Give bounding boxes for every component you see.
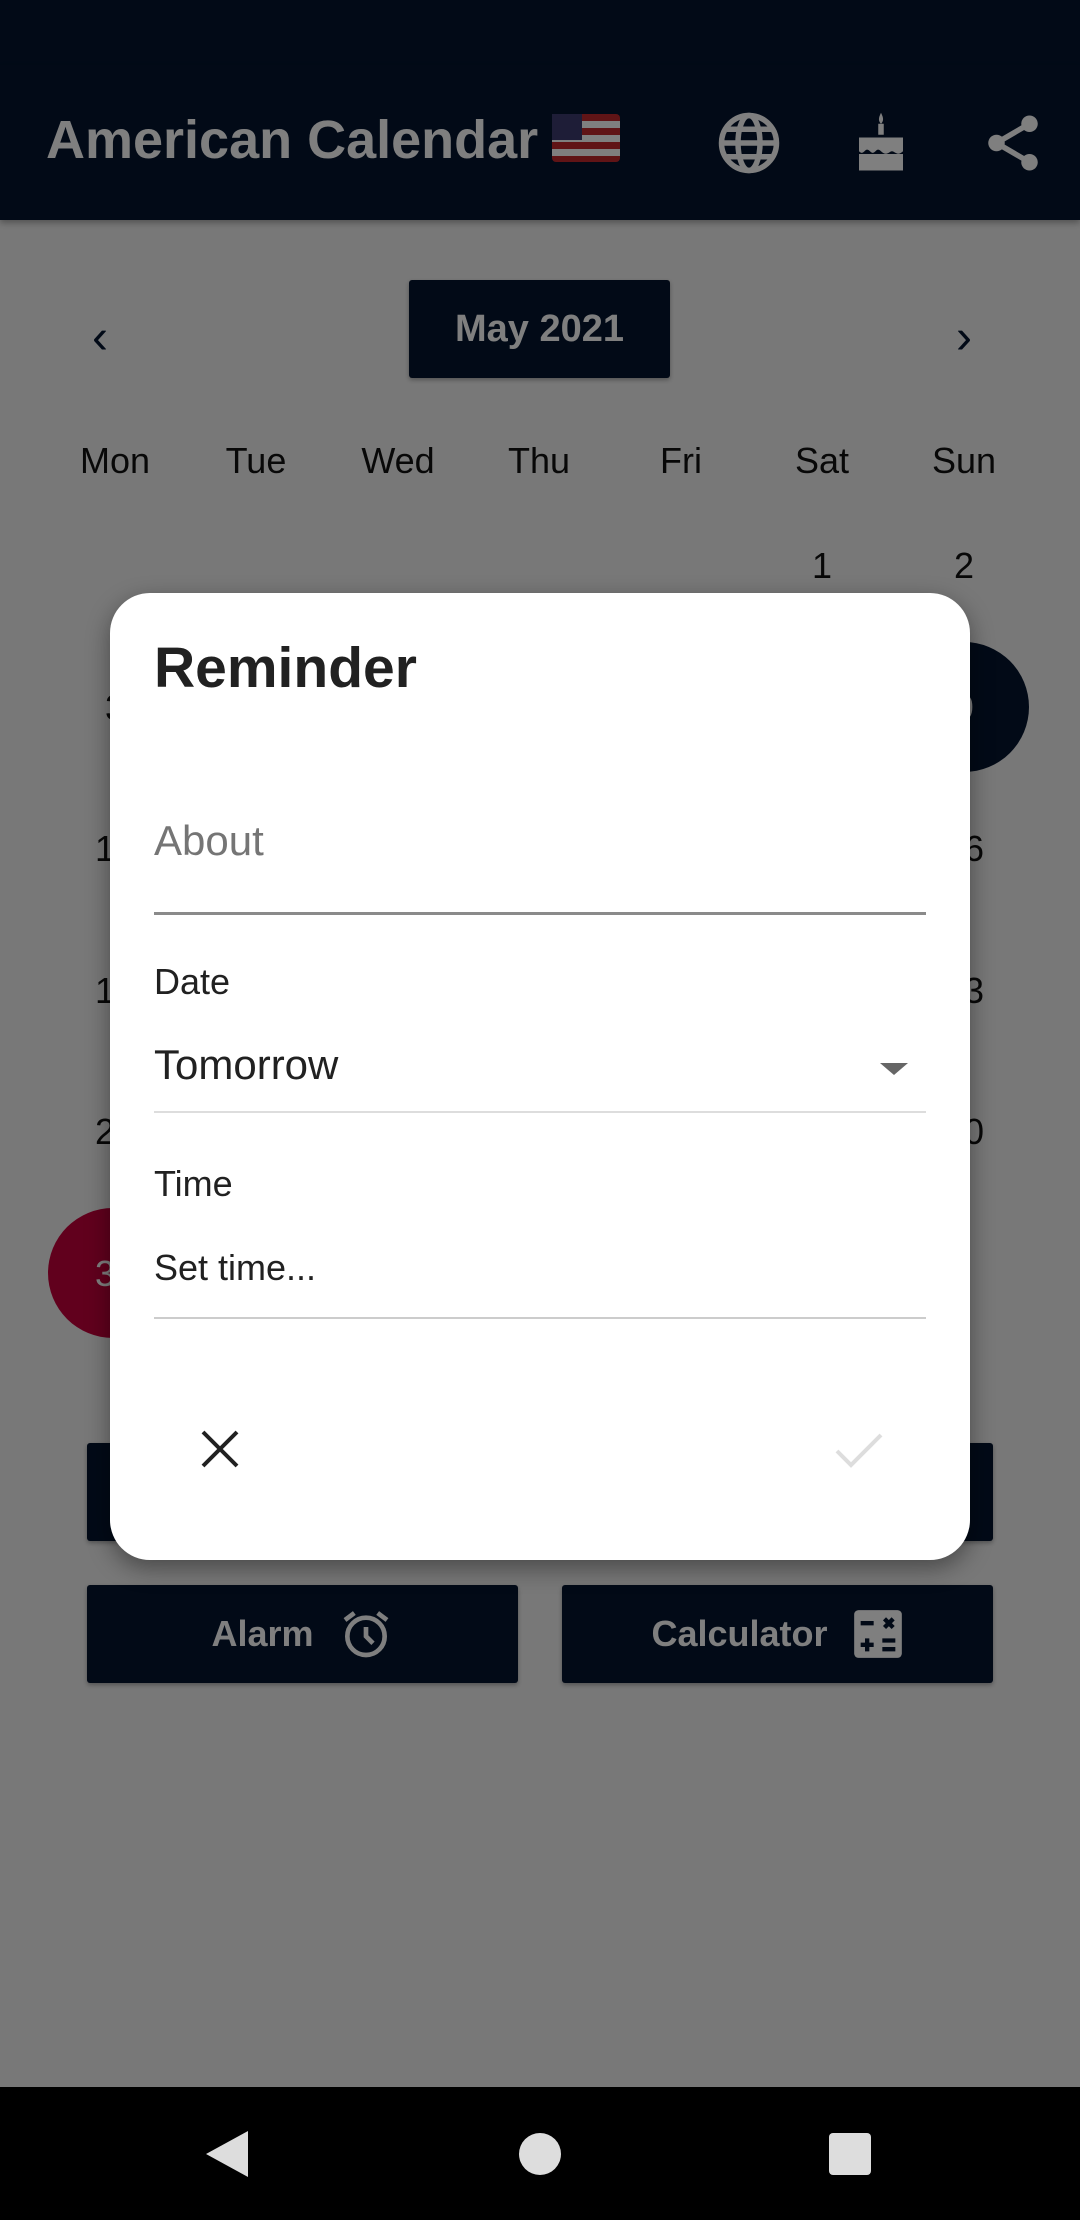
about-placeholder: About <box>154 817 264 864</box>
time-label: Time <box>154 1163 233 1204</box>
dialog-title: Reminder <box>154 636 417 700</box>
cancel-close-icon[interactable] <box>200 1429 240 1469</box>
date-value: Tomorrow <box>154 1041 339 1088</box>
time-value: Set time... <box>154 1247 317 1288</box>
time-input[interactable]: Set time... <box>154 1233 926 1319</box>
about-input[interactable]: About <box>154 803 926 915</box>
confirm-check-icon[interactable] <box>834 1431 884 1469</box>
dropdown-arrow-icon <box>880 1063 908 1075</box>
back-icon[interactable] <box>204 2129 250 2179</box>
date-label: Date <box>154 961 231 1002</box>
recents-icon[interactable] <box>829 2133 871 2175</box>
date-dropdown[interactable]: Tomorrow <box>154 1023 926 1113</box>
home-icon[interactable] <box>519 2133 561 2175</box>
system-nav-bar <box>0 2087 1080 2220</box>
reminder-dialog: Reminder About Date Tomorrow Time Set ti… <box>110 593 970 1560</box>
